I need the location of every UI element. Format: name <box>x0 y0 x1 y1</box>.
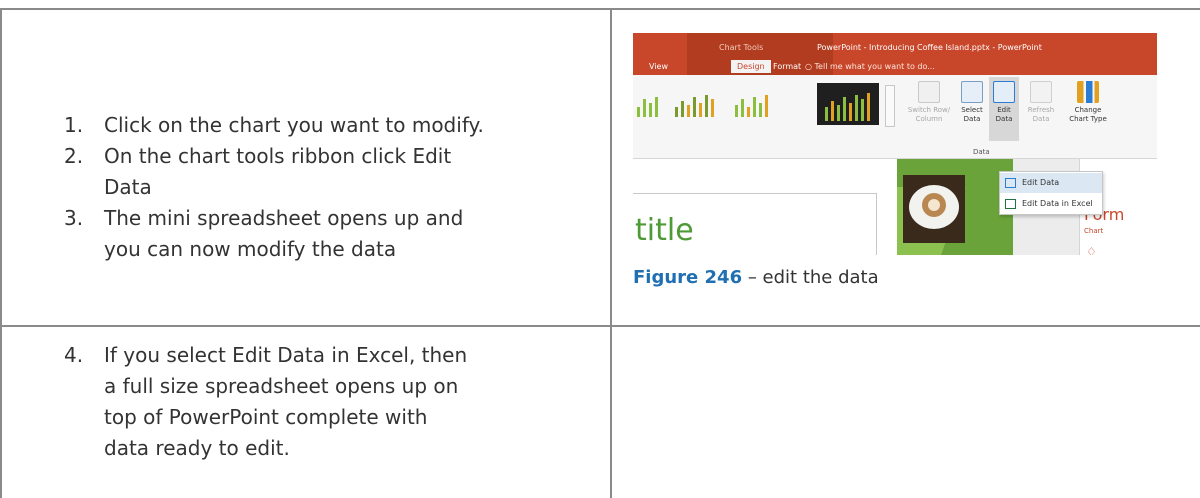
step-text-line: The mini spreadsheet opens up and <box>104 206 464 230</box>
latte <box>922 193 946 217</box>
tell-me-box[interactable]: ○ Tell me what you want to do... <box>805 62 935 71</box>
switch-row-column-button[interactable]: Switch Row/ Column <box>905 81 953 124</box>
edit-data-dropdown: Edit Data Edit Data in Excel <box>999 171 1103 215</box>
steps-list-bottom: 4. If you select Edit Data in Excel, then… <box>64 340 467 464</box>
step-item: 4. If you select Edit Data in Excel, then… <box>64 340 467 464</box>
step-text-line: Data <box>104 175 152 199</box>
table-divider-column <box>610 8 612 498</box>
figure-label: Figure 246 <box>633 267 743 288</box>
step-item: 2. On the chart tools ribbon click Edit Da… <box>64 141 484 203</box>
step-number: 1. <box>64 113 84 137</box>
instruction-table: 1. Click on the chart you want to modify.… <box>0 0 1200 498</box>
chart-style-thumb-4-selected[interactable] <box>817 83 879 125</box>
chart-style-thumb-2[interactable] <box>671 89 721 121</box>
step-text-line: top of PowerPoint complete with <box>104 405 428 429</box>
refresh-data-button[interactable]: Refresh Data <box>1025 81 1057 124</box>
edit-data-icon <box>1005 178 1016 188</box>
step-number: 2. <box>64 144 84 168</box>
slide-title-text: title <box>635 213 694 248</box>
format-pane-subtitle: Chart <box>1084 227 1104 235</box>
step-number: 3. <box>64 206 84 230</box>
step-number: 4. <box>64 343 84 367</box>
lightbulb-icon: ○ <box>805 62 812 71</box>
table-border-left <box>0 8 2 498</box>
tab-view[interactable]: View <box>649 62 668 71</box>
edit-data-icon <box>993 81 1015 103</box>
menu-item-edit-data[interactable]: Edit Data <box>1000 173 1102 193</box>
coffee-photo <box>903 175 965 243</box>
step-text-line: you can now modify the data <box>104 237 397 261</box>
chart-style-thumb-1[interactable] <box>633 89 665 121</box>
gallery-scroll-button[interactable] <box>885 85 895 127</box>
fill-bucket-icon[interactable]: ♢ <box>1086 245 1097 255</box>
table-border-top <box>0 8 1200 10</box>
change-chart-type-button[interactable]: Change Chart Type <box>1065 81 1111 124</box>
switch-row-column-icon <box>918 81 940 103</box>
window-title: PowerPoint - Introducing Coffee Island.p… <box>817 43 1042 52</box>
tab-design[interactable]: Design <box>731 60 771 73</box>
powerpoint-title-bar: Chart Tools PowerPoint - Introducing Cof… <box>633 33 1157 75</box>
ribbon: Switch Row/ Column Select Data Edit Data… <box>633 75 1157 159</box>
step-item: 1. Click on the chart you want to modify. <box>64 110 484 141</box>
change-chart-type-icon <box>1077 81 1099 103</box>
chart-style-thumb-3[interactable] <box>731 89 781 121</box>
select-data-button[interactable]: Select Data <box>957 81 987 124</box>
figure-caption-text: – edit the data <box>742 267 879 288</box>
step-text-line: a full size spreadsheet opens up on <box>104 374 459 398</box>
tell-me-text: Tell me what you want to do... <box>814 62 935 71</box>
powerpoint-screenshot: Chart Tools PowerPoint - Introducing Cof… <box>633 33 1157 255</box>
steps-list-top: 1. Click on the chart you want to modify.… <box>64 110 484 265</box>
data-group-label: Data <box>973 148 990 156</box>
step-text-line: data ready to edit. <box>104 436 290 460</box>
step-text-line: Click on the chart you want to modify. <box>104 113 484 137</box>
menu-item-edit-data-in-excel[interactable]: Edit Data in Excel <box>1000 194 1102 214</box>
excel-icon <box>1005 199 1016 209</box>
step-text-line: If you select Edit Data in Excel, then <box>104 343 468 367</box>
tab-format[interactable]: Format <box>773 62 801 71</box>
coffee-cup <box>909 185 959 229</box>
select-data-icon <box>961 81 983 103</box>
table-divider-middle <box>0 325 1200 327</box>
edit-data-button[interactable]: Edit Data <box>989 77 1019 141</box>
figure-caption: Figure 246 – edit the data <box>633 267 879 288</box>
refresh-data-icon <box>1030 81 1052 103</box>
step-text-line: On the chart tools ribbon click Edit <box>104 144 452 168</box>
chart-tools-label: Chart Tools <box>719 43 764 52</box>
step-item: 3. The mini spreadsheet opens up and you c… <box>64 203 484 265</box>
